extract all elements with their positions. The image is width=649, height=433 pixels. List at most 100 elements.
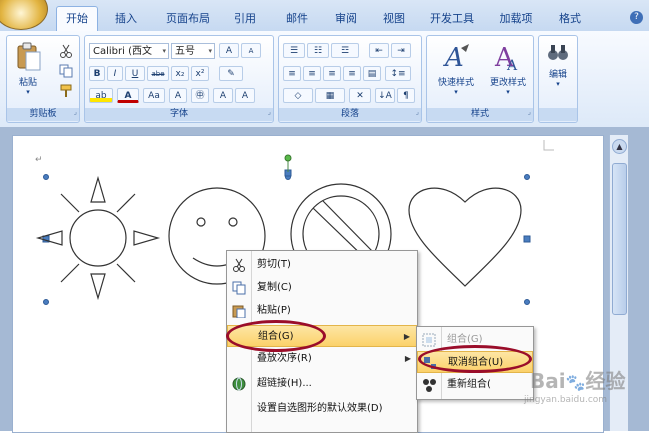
strikethrough-button[interactable]: abe xyxy=(147,66,169,81)
quick-styles-button[interactable]: A 快速样式 ▾ xyxy=(431,42,481,96)
char-shade-icon[interactable]: A xyxy=(235,88,255,103)
submenu-item-regroup[interactable]: 重新组合( xyxy=(417,374,533,396)
align-center-icon[interactable]: ≡ xyxy=(303,66,321,81)
bullets-icon[interactable]: ☰ xyxy=(283,43,305,58)
subscript-button[interactable]: x₂ xyxy=(171,66,189,81)
superscript-button[interactable]: x² xyxy=(191,66,209,81)
tab-review[interactable]: 审阅 xyxy=(330,8,362,30)
tab-home[interactable]: 开始 xyxy=(56,6,98,32)
font-size-combo[interactable]: 五号 ▾ xyxy=(171,43,215,59)
tab-page-layout[interactable]: 页面布局 xyxy=(160,8,216,30)
submenu-arrow-icon: ▶ xyxy=(404,354,411,363)
group-icon xyxy=(422,333,436,347)
borders-icon[interactable]: ▦ xyxy=(315,88,345,103)
char-scale-icon[interactable]: A xyxy=(213,88,233,103)
quick-styles-icon: A xyxy=(443,43,469,73)
paste-dropdown-icon[interactable]: ▾ xyxy=(11,88,45,96)
styles-group-label: 样式 ⌟ xyxy=(427,108,533,121)
tab-insert[interactable]: 插入 xyxy=(110,8,142,30)
svg-text:A: A xyxy=(506,58,518,72)
change-styles-dropdown-icon[interactable]: ▾ xyxy=(483,88,533,96)
change-case-button[interactable]: Aa xyxy=(143,88,165,103)
show-marks-icon[interactable]: ¶ xyxy=(397,88,415,103)
tab-developer[interactable]: 开发工具 xyxy=(424,8,480,30)
font-color-icon[interactable]: A xyxy=(117,88,139,103)
numbering-icon[interactable]: ☷ xyxy=(307,43,329,58)
align-left-icon[interactable]: ≡ xyxy=(283,66,301,81)
menu-item-cut[interactable]: 剪切(T) xyxy=(227,254,417,276)
menu-item-label: 粘贴(P) xyxy=(257,305,291,316)
font-group-label: 字体 ⌟ xyxy=(85,108,273,121)
paste-icon xyxy=(232,305,246,318)
increase-indent-icon[interactable]: ⇥ xyxy=(391,43,411,58)
heart-shape[interactable] xyxy=(408,187,522,287)
paste-button[interactable]: 粘贴 ▾ xyxy=(11,42,45,96)
svg-text:A: A xyxy=(443,43,464,72)
menu-item-hyperlink[interactable]: 超链接(H)... xyxy=(227,373,417,395)
shading-icon[interactable]: ◇ xyxy=(283,88,313,103)
office-button[interactable] xyxy=(0,0,48,30)
editing-group-label xyxy=(539,108,577,121)
editing-button[interactable]: 编辑 ▾ xyxy=(542,42,574,88)
styles-launcher-icon[interactable]: ⌟ xyxy=(528,106,531,119)
tab-addins[interactable]: 加载项 xyxy=(494,8,538,30)
menu-item-label: 设置自选图形的默认效果(D) xyxy=(257,403,383,414)
font-launcher-icon[interactable]: ⌟ xyxy=(268,106,271,119)
annotation-oval-ungroup xyxy=(418,345,532,373)
menu-item-paste[interactable]: 粘贴(P) xyxy=(227,300,417,322)
align-right-icon[interactable]: ≡ xyxy=(323,66,341,81)
menu-item-default-effect[interactable]: 设置自选图形的默认效果(D) xyxy=(227,398,417,420)
char-border-icon[interactable]: A xyxy=(169,88,187,103)
scissors-icon[interactable] xyxy=(59,44,73,58)
justify-icon[interactable]: ≡ xyxy=(343,66,361,81)
paragraph-launcher-icon[interactable]: ⌟ xyxy=(416,106,419,119)
sort-icon[interactable]: ↓A xyxy=(375,88,395,103)
clipboard-launcher-icon[interactable]: ⌟ xyxy=(74,106,77,119)
editing-group: 编辑 ▾ xyxy=(538,35,578,123)
paste-icon xyxy=(17,42,41,71)
underline-button[interactable]: U xyxy=(125,66,145,81)
distribute-icon[interactable]: ▤ xyxy=(363,66,381,81)
clipboard-group-label: 剪贴板 ⌟ xyxy=(7,108,79,121)
font-grow-button[interactable]: A xyxy=(219,43,239,58)
decrease-indent-icon[interactable]: ⇤ xyxy=(369,43,389,58)
highlight-icon[interactable]: ab xyxy=(89,88,113,103)
tab-mailings[interactable]: 邮件 xyxy=(281,8,313,30)
bold-button[interactable]: B xyxy=(89,66,105,81)
clear-format-icon[interactable]: ✎ xyxy=(219,66,243,81)
paste-label: 粘贴 xyxy=(18,78,37,88)
tab-view[interactable]: 视图 xyxy=(378,8,410,30)
menu-item-label: 剪切(T) xyxy=(257,259,291,270)
clipboard-group: 粘贴 ▾ 剪贴板 ⌟ xyxy=(6,35,80,123)
enclose-char-icon[interactable]: ㊥ xyxy=(191,88,209,103)
scrollbar-thumb[interactable] xyxy=(612,163,627,315)
font-shrink-button[interactable]: A xyxy=(241,43,261,58)
copy-icon[interactable] xyxy=(59,64,73,78)
editing-dropdown-icon[interactable]: ▾ xyxy=(542,80,574,88)
italic-button[interactable]: I xyxy=(107,66,123,81)
submenu-arrow-icon: ▶ xyxy=(403,332,410,341)
font-name-combo[interactable]: Calibri (西文 ▾ xyxy=(89,43,169,59)
change-styles-button[interactable]: A A 更改样式 ▾ xyxy=(483,42,533,96)
ruler-toggle-icon[interactable]: ▲ xyxy=(612,139,627,154)
watermark-url: jingyan.baidu.com xyxy=(524,395,608,405)
quick-styles-label: 快速样式 xyxy=(437,78,474,88)
menu-item-order[interactable]: 叠放次序(R) ▶ xyxy=(227,348,417,370)
binoculars-icon xyxy=(548,45,568,60)
multilevel-list-icon[interactable]: ☲ xyxy=(331,43,359,58)
menu-item-copy[interactable]: 复制(C) xyxy=(227,277,417,299)
sun-shape[interactable] xyxy=(35,175,161,301)
change-styles-icon: A A xyxy=(494,43,518,74)
line-spacing-icon[interactable]: ↕≡ xyxy=(385,66,411,81)
brush-icon[interactable] xyxy=(59,84,73,98)
watermark-logo: Bai🐾经验 xyxy=(530,369,626,393)
tab-references[interactable]: 引用 xyxy=(229,8,261,30)
paragraph-group: ☰ ☷ ☲ ⇤ ⇥ ≡ ≡ ≡ ≡ ▤ ↕≡ ◇ ▦ ✕ ↓A ¶ 段落 ⌟ xyxy=(278,35,422,123)
help-icon[interactable]: ? xyxy=(630,11,643,24)
rotation-handle[interactable] xyxy=(284,154,292,172)
quick-styles-dropdown-icon[interactable]: ▾ xyxy=(431,88,481,96)
regroup-icon xyxy=(423,379,436,392)
ribbon: 粘贴 ▾ 剪贴板 ⌟ Calibri (西文 ▾ 五号 ▾ A A B I U abe… xyxy=(0,31,649,128)
chinese-layout-icon[interactable]: ✕ xyxy=(349,88,371,103)
tab-format[interactable]: 格式 xyxy=(552,8,588,30)
